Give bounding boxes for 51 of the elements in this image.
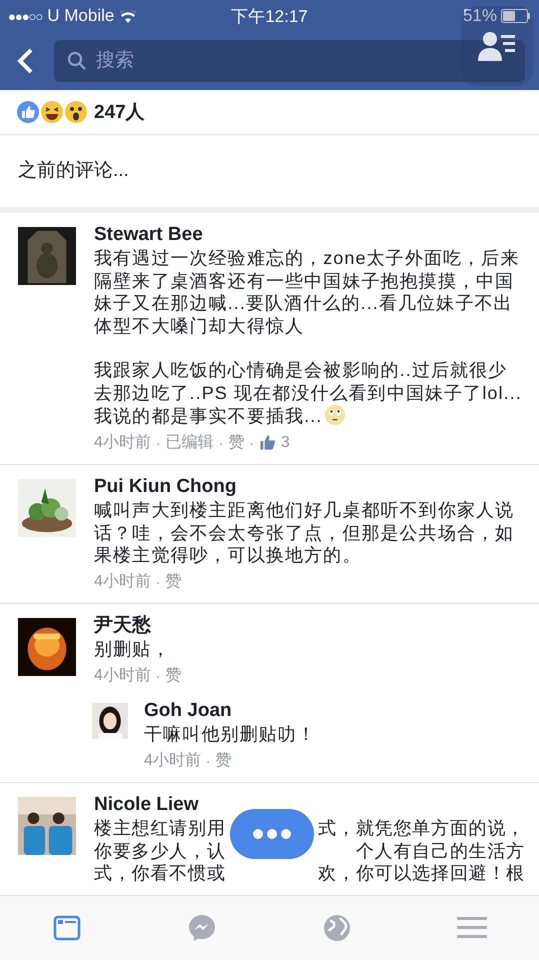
battery-percent: 51% (462, 6, 497, 26)
separator-dot: · (206, 752, 211, 770)
person-list-icon (477, 29, 517, 63)
chevron-left-icon (16, 47, 34, 75)
surprised-emoji-icon (64, 100, 88, 124)
reaction-count: 247人 (94, 101, 145, 125)
battery-icon (501, 9, 531, 23)
separator-dot: · (156, 434, 161, 452)
comment-text: 个人有自己的生活方 (356, 840, 525, 862)
signal-strength: ●●●○○ (8, 8, 42, 24)
search-field[interactable]: 搜索 (54, 40, 525, 82)
commenter-name[interactable]: Nicole Liew (94, 793, 525, 817)
commenter-name[interactable]: Pui Kiun Chong (94, 475, 525, 499)
meta-text: 4小时前 (94, 572, 151, 592)
news-feed-icon (53, 914, 82, 942)
meta-text: 4小时前 (94, 666, 151, 686)
wifi-icon (119, 9, 138, 23)
meta-text: 4小时前 (94, 432, 151, 452)
like-count: 3 (280, 432, 290, 452)
floating-more-button[interactable] (230, 809, 314, 859)
comment-text: 你要多少人，认 (94, 840, 226, 862)
separator-dot: · (218, 434, 224, 452)
previous-comments-link[interactable]: 之前的评论... (0, 135, 539, 213)
comment-text: 喊叫声大到楼主距离他们好几桌都听不到你家人说话？哇，会不会太夸张了点，但那是公共场合，如果楼主觉得吵，可以换地方的。 (94, 499, 516, 566)
comment-text: 式，就凭您单方面的说， (318, 817, 525, 840)
comment-text: 欢，你可以选择回避！根 (318, 862, 525, 884)
menu-icon (456, 915, 487, 941)
separator-dot: · (156, 572, 161, 592)
comment-text: 我跟家人吃饭的心情确是会被影响的..过后就很少去那边吃了..PS 现在都没什么看到中国妹子了lol...我说的都是事实不要插我... (94, 359, 523, 428)
comment-text: 我有遇过一次经验难忘的，zone太子外面吃，后来隔壁来了桌酒客还有一些中国妹子抱抱摸摸，中国妹子又在那边喊...要队酒什么的...看几位妹子不出体型不大嗓门却大得惊人 (94, 247, 520, 337)
like-reaction-icon (16, 100, 40, 124)
clock-time: 下午12:17 (230, 6, 309, 28)
carrier-name: U Mobile (47, 6, 114, 26)
laughing-emoji-icon (40, 100, 64, 124)
comment-text: 干嘛叫他别删贴叻！ (144, 723, 317, 746)
comment-text: 式，你看不惯或 (94, 862, 226, 884)
separator-dot: · (156, 666, 161, 686)
commenter-name[interactable]: 尹天愁 (94, 614, 525, 638)
comment-text: 别删贴， (94, 638, 172, 660)
separator-dot: · (249, 434, 254, 452)
friend-requests-button[interactable] (461, 6, 533, 86)
commenter-name[interactable]: Stewart Bee (94, 223, 525, 247)
thumbs-up-icon (258, 434, 276, 452)
back-button[interactable] (16, 47, 34, 75)
commenter-name[interactable]: Goh Joan (144, 699, 525, 723)
dots-icon (252, 828, 292, 840)
meta-text: 4小时前 (144, 750, 201, 770)
search-icon (67, 51, 87, 71)
messenger-icon (187, 913, 218, 943)
meta-text: 已编辑 (166, 432, 214, 452)
comment-text: 楼主想红请别用 (94, 817, 226, 840)
